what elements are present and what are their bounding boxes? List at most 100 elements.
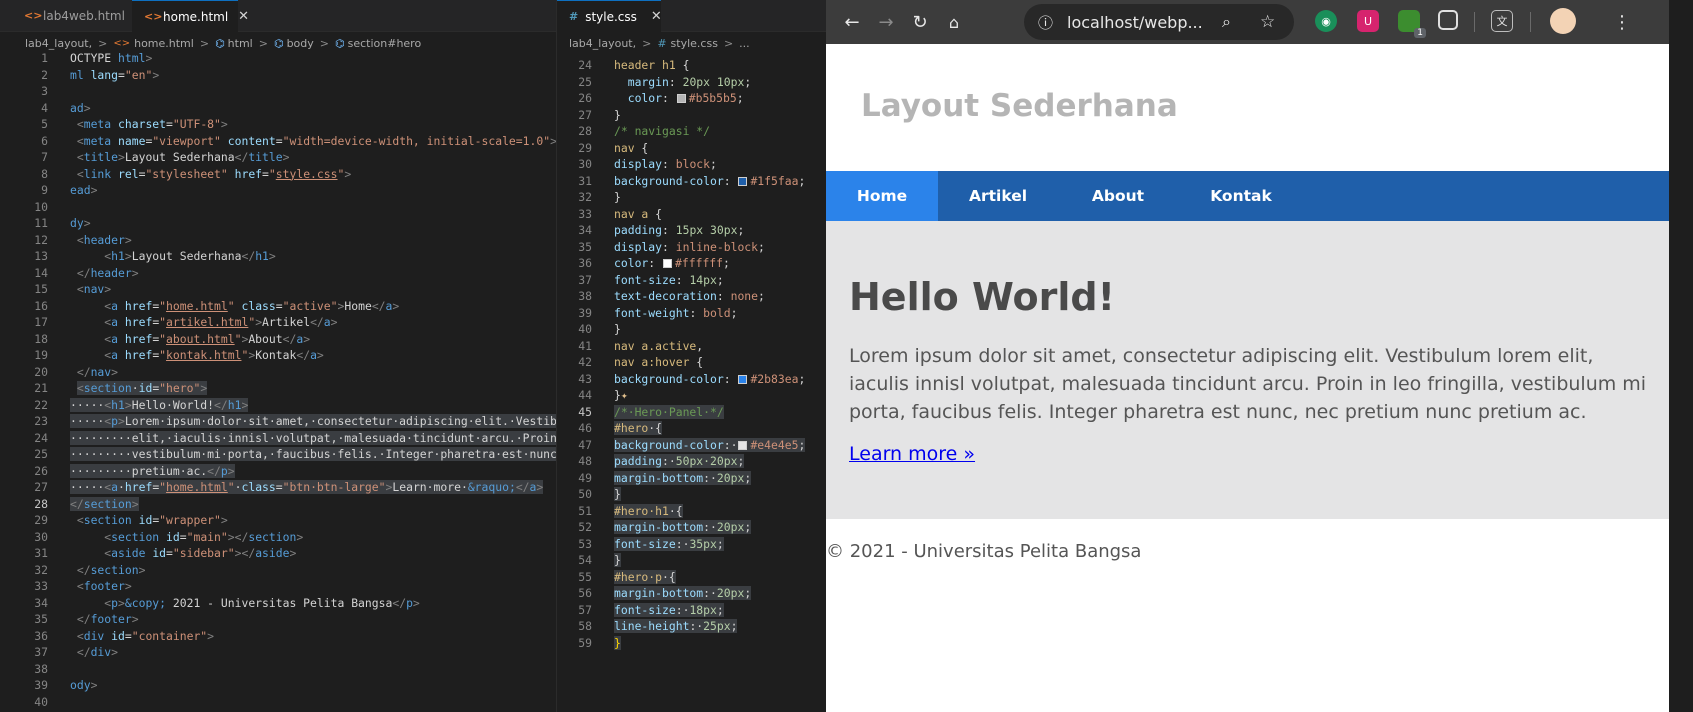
- color-swatch[interactable]: [738, 176, 748, 186]
- hero-text: Lorem ipsum dolor sit amet, consectetur …: [849, 345, 1647, 423]
- close-tab-icon[interactable]: ✕: [238, 9, 249, 24]
- editor-tab-bar: # style.css ✕: [557, 0, 826, 32]
- line-number: 43: [578, 371, 592, 386]
- code-line: font-size: 14px;: [614, 272, 724, 287]
- line-number: 35: [34, 612, 48, 626]
- tab-style-css[interactable]: # style.css ✕: [557, 0, 662, 32]
- line-number: 49: [578, 470, 592, 485]
- line-number: 56: [578, 586, 592, 600]
- breadcrumb-item[interactable]: lab4_layout,: [25, 37, 92, 50]
- code-line: <section id="main"></section>: [104, 529, 304, 544]
- color-swatch[interactable]: [738, 374, 748, 384]
- code-line: color: #ffffff;: [614, 256, 730, 270]
- site-info-icon[interactable]: ⓘ: [1038, 12, 1053, 33]
- breadcrumb: lab4_layout, > # style.css > ...: [569, 36, 750, 50]
- line-number: 24: [578, 58, 592, 72]
- code-line: </div>: [76, 645, 119, 659]
- toolbar-divider: [1530, 12, 1531, 32]
- code-line: ead>: [70, 183, 98, 197]
- code-line: color: #b5b5b5;: [627, 91, 744, 105]
- code-line: /* navigasi */: [614, 124, 711, 138]
- line-number: 33: [34, 579, 48, 593]
- color-swatch[interactable]: [663, 259, 673, 268]
- menu-kebab-icon[interactable]: ⋮: [1606, 6, 1638, 38]
- code-line: dy>: [70, 216, 91, 230]
- site-nav: Home Artikel About Kontak: [826, 171, 1669, 221]
- nav-link-about[interactable]: About: [1058, 171, 1178, 221]
- code-line: OCTYPE html>: [70, 51, 153, 65]
- line-number: 34: [578, 223, 592, 237]
- line-number: 50: [578, 487, 592, 501]
- code-line: margin-bottom:·20px;: [614, 586, 752, 600]
- code-line: display: block;: [614, 157, 717, 171]
- html-editor-pane[interactable]: <> lab4web.html <> home.html ✕ lab4_layo…: [0, 0, 556, 712]
- line-number: 37: [34, 645, 48, 659]
- nav-link-home[interactable]: Home: [826, 171, 938, 221]
- code-line: </footer>: [76, 612, 139, 626]
- profile-avatar[interactable]: [1550, 8, 1576, 34]
- css-editor-pane[interactable]: # style.css ✕ lab4_layout, > # style.css >…: [556, 0, 826, 712]
- extension-eye-icon[interactable]: ◉: [1315, 10, 1337, 32]
- code-area[interactable]: 1 OCTYPE html> 2 ml lang="en"> 3 4 ad> 5 <m…: [0, 50, 556, 710]
- code-line: ·····<a·href="home.html"·class="btn·btn-…: [70, 480, 544, 494]
- breadcrumb-item[interactable]: ...: [739, 37, 750, 50]
- forward-arrow-icon[interactable]: →: [870, 6, 902, 38]
- line-number: 28: [34, 496, 48, 511]
- code-line: nav a.active,: [614, 338, 704, 353]
- address-bar[interactable]: ⓘ localhost/webp... ⌕ ☆: [1024, 4, 1294, 40]
- line-number: 58: [578, 619, 592, 633]
- breadcrumb-item[interactable]: html: [228, 37, 253, 50]
- line-number: 6: [41, 133, 48, 148]
- site-header: Layout Sederhana: [826, 44, 1669, 171]
- breadcrumb-item[interactable]: style.css: [671, 37, 718, 50]
- browser-window[interactable]: ← → ↻ ⌂ ⓘ localhost/webp... ⌕ ☆ ◉ U 1 文 …: [826, 0, 1669, 712]
- color-swatch[interactable]: [676, 94, 686, 103]
- extension-shield-icon[interactable]: U: [1357, 10, 1379, 32]
- breadcrumb-item[interactable]: section#hero: [348, 37, 422, 50]
- code-line: padding: 15px 30px;: [614, 223, 745, 237]
- bookmark-star-icon[interactable]: ☆: [1260, 12, 1275, 32]
- tab-lab4web-html[interactable]: <> lab4web.html: [12, 0, 132, 32]
- code-line: display: inline-block;: [614, 239, 765, 254]
- back-arrow-icon[interactable]: ←: [836, 6, 868, 38]
- code-line: ·····<p>Lorem·ipsum·dolor·sit·amet,·cons…: [70, 413, 556, 430]
- code-line: <a href="kontak.html">Kontak</a>: [104, 348, 324, 362]
- breadcrumb-item[interactable]: body: [287, 37, 314, 50]
- line-number: 34: [34, 595, 48, 610]
- sparkle-icon[interactable]: ✦: [621, 388, 628, 402]
- extensions-puzzle-icon[interactable]: [1438, 10, 1458, 30]
- code-area[interactable]: 24 header h1 { 25 margin: 20px 10px; 26 c…: [557, 57, 826, 651]
- code-line: <meta name="viewport" content="width=dev…: [76, 133, 556, 148]
- extension-badge-icon[interactable]: 1: [1398, 10, 1426, 38]
- line-number: 38: [34, 661, 48, 676]
- breadcrumb-item[interactable]: lab4_layout,: [569, 37, 636, 50]
- code-line: background-color:· #e4e4e5;: [614, 437, 806, 452]
- html-file-icon: <>: [24, 9, 43, 22]
- line-number: 38: [578, 289, 592, 303]
- line-number: 26: [578, 91, 592, 105]
- tab-home-html[interactable]: <> home.html ✕: [132, 0, 249, 32]
- line-number: 36: [34, 628, 48, 643]
- learn-more-link[interactable]: Learn more »: [849, 443, 975, 465]
- translate-icon[interactable]: 文: [1491, 10, 1513, 32]
- code-line: <link rel="stylesheet" href="style.css">: [76, 166, 352, 181]
- reload-icon[interactable]: ↻: [904, 6, 936, 38]
- line-number: 22: [34, 397, 48, 412]
- line-number: 13: [34, 249, 48, 263]
- home-icon[interactable]: ⌂: [938, 6, 970, 38]
- zoom-icon[interactable]: ⌕: [1222, 12, 1231, 32]
- code-line: ·········pretium·ac.</p>: [70, 463, 235, 478]
- code-line: <aside id="sidebar"></aside>: [104, 546, 297, 560]
- element-icon: ⌬: [335, 36, 345, 50]
- breadcrumb-item[interactable]: home.html: [134, 37, 194, 50]
- code-line: <section·id="hero">: [76, 381, 208, 395]
- tab-label: lab4web.html: [43, 9, 125, 23]
- color-swatch[interactable]: [738, 440, 748, 450]
- code-line: nav a {: [614, 206, 663, 221]
- code-line: <a href="home.html" class="active">Home<…: [104, 298, 400, 313]
- close-tab-icon[interactable]: ✕: [651, 9, 662, 24]
- code-line: background-color: #1f5faa;: [614, 173, 806, 188]
- nav-link-kontak[interactable]: Kontak: [1178, 171, 1304, 221]
- code-line: </nav>: [76, 364, 119, 379]
- nav-link-artikel[interactable]: Artikel: [938, 171, 1058, 221]
